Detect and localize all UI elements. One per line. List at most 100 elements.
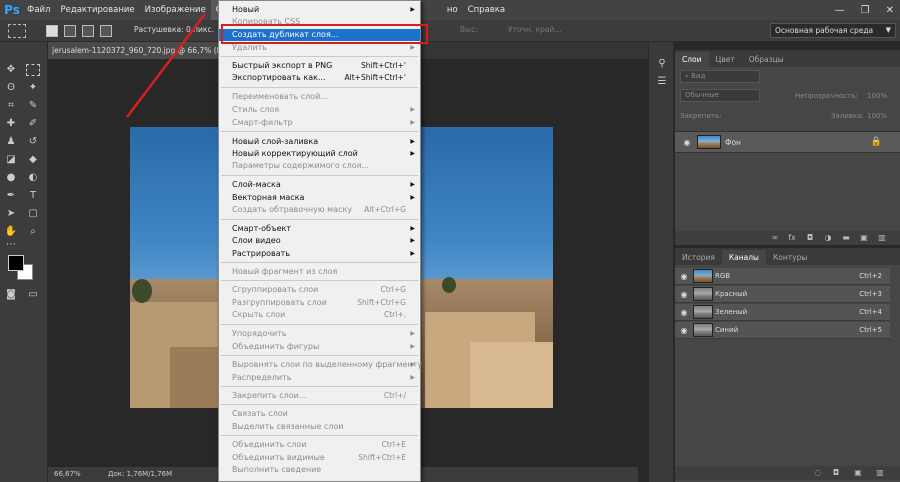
layer-filter-input[interactable]: ⌕ Вид	[680, 70, 760, 83]
new-layer-icon[interactable]: ▣	[859, 233, 869, 243]
eye-icon[interactable]: ◉	[679, 290, 689, 300]
menu-image[interactable]: Изображение	[140, 0, 211, 20]
properties-panel-icon[interactable]: ☰	[656, 76, 668, 88]
history-brush-icon[interactable]: ↺	[26, 136, 40, 148]
channel-row-red[interactable]: ◉ Красный Ctrl+3	[675, 286, 890, 303]
menu-help[interactable]: Справка	[463, 0, 510, 20]
type-tool-icon[interactable]: T	[26, 190, 40, 202]
menu-item-combine-shapes[interactable]: Объединить фигуры ▶	[219, 341, 420, 353]
menu-item-create-clipping-mask[interactable]: Создать обтравочную маску Alt+Ctrl+G	[219, 204, 420, 216]
lasso-tool-icon[interactable]: ʘ	[4, 82, 18, 94]
menu-item-layer-mask[interactable]: Слой-маска ▶	[219, 179, 420, 191]
eraser-icon[interactable]: ◪	[4, 154, 18, 166]
document-tab[interactable]: jerusalem-1120372_960_720.jpg @ 66,7% (R…	[48, 42, 218, 59]
subtract-selection-icon[interactable]	[82, 25, 94, 37]
menu-item-arrange[interactable]: Упорядочить ▶	[219, 328, 420, 340]
menu-item-align-layers[interactable]: Выровнять слои по выделенному фрагменту ▶	[219, 359, 422, 371]
fx-icon[interactable]: fx	[787, 233, 797, 243]
tab-swatches[interactable]: Образцы	[742, 52, 791, 67]
restore-icon[interactable]: ❐	[861, 5, 870, 16]
menu-item-ungroup-layers[interactable]: Разгруппировать слои Shift+Ctrl+G	[219, 297, 420, 309]
healing-brush-icon[interactable]: ✚	[4, 118, 18, 130]
pen-tool-icon[interactable]: ✒	[4, 190, 18, 202]
menu-item-group-layers[interactable]: Сгруппировать слои Ctrl+G	[219, 284, 420, 296]
eye-icon[interactable]: ◉	[679, 326, 689, 336]
selection-icon[interactable]: ◌	[813, 468, 823, 478]
foreground-color-swatch[interactable]	[8, 255, 24, 271]
menu-item-layer-content-options[interactable]: Параметры содержимого слоя...	[219, 160, 420, 172]
menu-item-select-linked[interactable]: Выделить связанные слои	[219, 421, 420, 433]
crop-tool-icon[interactable]: ⌗	[4, 100, 18, 112]
clone-stamp-icon[interactable]: ♟	[4, 136, 18, 148]
dodge-tool-icon[interactable]: ◐	[26, 172, 40, 184]
menu-item-distribute[interactable]: Распределить ▶	[219, 372, 420, 384]
channel-row-blue[interactable]: ◉ Синий Ctrl+5	[675, 322, 890, 339]
menu-item-rasterize[interactable]: Растрировать ▶	[219, 248, 420, 260]
blend-mode-select[interactable]: Обычные	[680, 89, 760, 102]
marquee-tool-icon[interactable]	[26, 64, 40, 76]
menu-item-vector-mask[interactable]: Векторная маска ▶	[219, 192, 420, 204]
menu-item-video-layers[interactable]: Слои видео ▶	[219, 235, 420, 247]
quick-mask-icon[interactable]: ◙	[4, 289, 18, 301]
menu-item-merge-visible[interactable]: Объединить видимые Shift+Ctrl+E	[219, 452, 420, 464]
eye-icon[interactable]: ◉	[682, 138, 692, 148]
menu-window-partial[interactable]: но	[442, 0, 463, 20]
mask-icon[interactable]: ◘	[805, 233, 815, 243]
eye-icon[interactable]: ◉	[679, 272, 689, 282]
blur-tool-icon[interactable]: ●	[4, 172, 18, 184]
trash-icon[interactable]: ▥	[877, 233, 887, 243]
eye-icon[interactable]: ◉	[679, 308, 689, 318]
menu-item-merge-layers[interactable]: Объединить слои Ctrl+E	[219, 439, 420, 451]
menu-item-quick-export[interactable]: Быстрый экспорт в PNG Shift+Ctrl+'	[219, 60, 420, 72]
brush-tool-icon[interactable]: ✐	[26, 118, 40, 130]
adjustment-icon[interactable]: ◑	[823, 233, 833, 243]
menu-item-lock-layers[interactable]: Закрепить слои... Ctrl+/	[219, 390, 420, 402]
folder-icon[interactable]: ▬	[841, 233, 851, 243]
intersect-selection-icon[interactable]	[100, 25, 112, 37]
tab-layers[interactable]: Слои	[675, 52, 709, 67]
menu-item-export-as[interactable]: Экспортировать как... Alt+Shift+Ctrl+'	[219, 72, 420, 84]
menu-item-smart-object[interactable]: Смарт-объект ▶	[219, 223, 420, 235]
close-icon[interactable]: ✕	[886, 5, 894, 16]
minimize-icon[interactable]: —	[835, 5, 845, 16]
fill-value[interactable]: 100%	[867, 112, 887, 120]
shape-tool-icon[interactable]: ▢	[26, 208, 40, 220]
menu-item-new-adjustment-layer[interactable]: Новый корректирующий слой ▶	[219, 148, 420, 160]
eyedropper-icon[interactable]: ✎	[26, 100, 40, 112]
menu-item-new-slice[interactable]: Новый фрагмент из слоя	[219, 266, 420, 278]
hand-tool-icon[interactable]: ✋	[4, 226, 18, 238]
channel-row-green[interactable]: ◉ Зеленый Ctrl+4	[675, 304, 890, 321]
tab-channels[interactable]: Каналы	[721, 250, 766, 265]
path-selection-icon[interactable]: ➤	[4, 208, 18, 220]
feather-field[interactable]: Растушевка: 0 пикс.	[134, 25, 214, 34]
menu-item-flatten-image[interactable]: Выполнить сведение	[219, 464, 420, 476]
new-selection-icon[interactable]	[46, 25, 58, 37]
opacity-value[interactable]: 100%	[867, 92, 887, 100]
menu-item-hide-layers[interactable]: Скрыть слои Ctrl+,	[219, 309, 420, 321]
save-selection-icon[interactable]: ◘	[831, 468, 841, 478]
link-icon[interactable]: ∞	[770, 233, 780, 243]
tab-paths[interactable]: Контуры	[766, 250, 814, 265]
menu-file[interactable]: Файл	[22, 0, 55, 20]
new-channel-icon[interactable]: ▣	[853, 468, 863, 478]
menu-item-new-fill-layer[interactable]: Новый слой-заливка ▶	[219, 136, 420, 148]
menu-item-smart-filter[interactable]: Смарт-фильтр ▶	[219, 117, 420, 129]
menu-item-rename-layer[interactable]: Переименовать слой...	[219, 91, 420, 103]
menu-item-new[interactable]: Новый ▶	[219, 4, 420, 16]
layer-row-background[interactable]: ◉ Фон 🔒	[675, 131, 900, 153]
screen-mode-icon[interactable]: ▭	[26, 289, 40, 301]
menu-item-link-layers[interactable]: Связать слои	[219, 408, 420, 420]
refine-edge-button[interactable]: Уточн. край...	[508, 25, 562, 34]
add-selection-icon[interactable]	[64, 25, 76, 37]
magic-wand-icon[interactable]: ✦	[26, 82, 40, 94]
tab-history[interactable]: История	[675, 250, 722, 265]
marquee-tool-preset-icon[interactable]	[8, 24, 26, 38]
history-panel-icon[interactable]: ⚲	[656, 58, 668, 70]
zoom-tool-icon[interactable]: ⌕	[26, 226, 40, 238]
paint-bucket-icon[interactable]: ◆	[26, 154, 40, 166]
menu-edit[interactable]: Редактирование	[55, 0, 139, 20]
move-tool-icon[interactable]: ✥	[4, 64, 18, 76]
tab-color[interactable]: Цвет	[709, 52, 742, 67]
workspace-select[interactable]: Основная рабочая среда ▼	[770, 23, 896, 38]
trash-icon[interactable]: ▥	[875, 468, 885, 478]
